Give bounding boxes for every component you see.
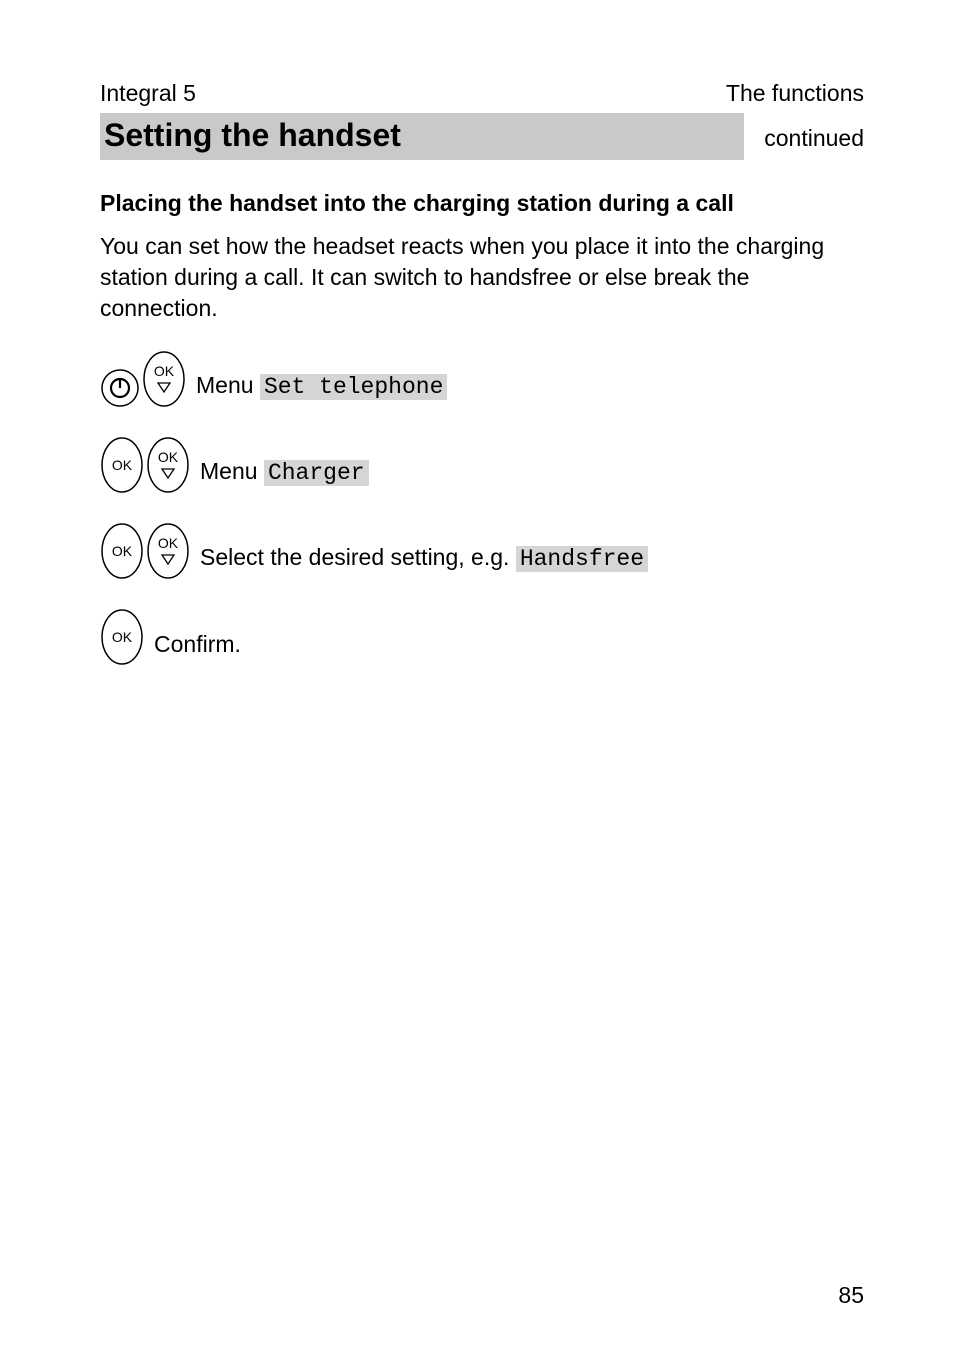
ok-down-key-icon: OK (142, 350, 186, 408)
header-left: Integral 5 (100, 80, 196, 107)
page-title: Setting the handset (100, 113, 744, 160)
page-number: 85 (838, 1282, 864, 1309)
header-right: The functions (726, 80, 864, 107)
step-3: OK OK Select the desired setting, e.g. H… (100, 522, 864, 580)
svg-text:OK: OK (112, 629, 133, 645)
continued-label: continued (744, 125, 864, 152)
document-page: Integral 5 The functions Setting the han… (0, 0, 954, 1354)
menu-item: Charger (264, 460, 369, 486)
header: Integral 5 The functions (100, 80, 864, 107)
svg-text:OK: OK (112, 543, 133, 559)
section-heading: Placing the handset into the charging st… (100, 190, 864, 217)
ok-down-key-icon: OK (146, 522, 190, 580)
step-4-text: Confirm. (146, 631, 241, 666)
intro-paragraph: You can set how the headset reacts when … (100, 231, 864, 324)
menu-word: Menu (200, 458, 258, 484)
ok-key-icon: OK (100, 608, 144, 666)
power-key-icon (100, 368, 140, 408)
menu-item: Handsfree (516, 546, 648, 572)
svg-text:OK: OK (154, 363, 175, 379)
svg-text:OK: OK (158, 535, 179, 551)
menu-item: Set telephone (260, 374, 447, 400)
ok-key-icon: OK (100, 522, 144, 580)
ok-key-icon: OK (100, 436, 144, 494)
menu-word: Menu (196, 372, 254, 398)
step-1: OK Menu Set telephone (100, 350, 864, 408)
step-4: OK Confirm. (100, 608, 864, 666)
select-text: Select the desired setting, e.g. (200, 544, 509, 570)
svg-text:OK: OK (158, 449, 179, 465)
title-bar: Setting the handset continued (100, 113, 864, 160)
step-1-text: Menu Set telephone (188, 372, 447, 408)
step-2: OK OK Menu Charger (100, 436, 864, 494)
step-3-text: Select the desired setting, e.g. Handsfr… (192, 544, 648, 580)
step-2-text: Menu Charger (192, 458, 369, 494)
ok-down-key-icon: OK (146, 436, 190, 494)
svg-text:OK: OK (112, 457, 133, 473)
